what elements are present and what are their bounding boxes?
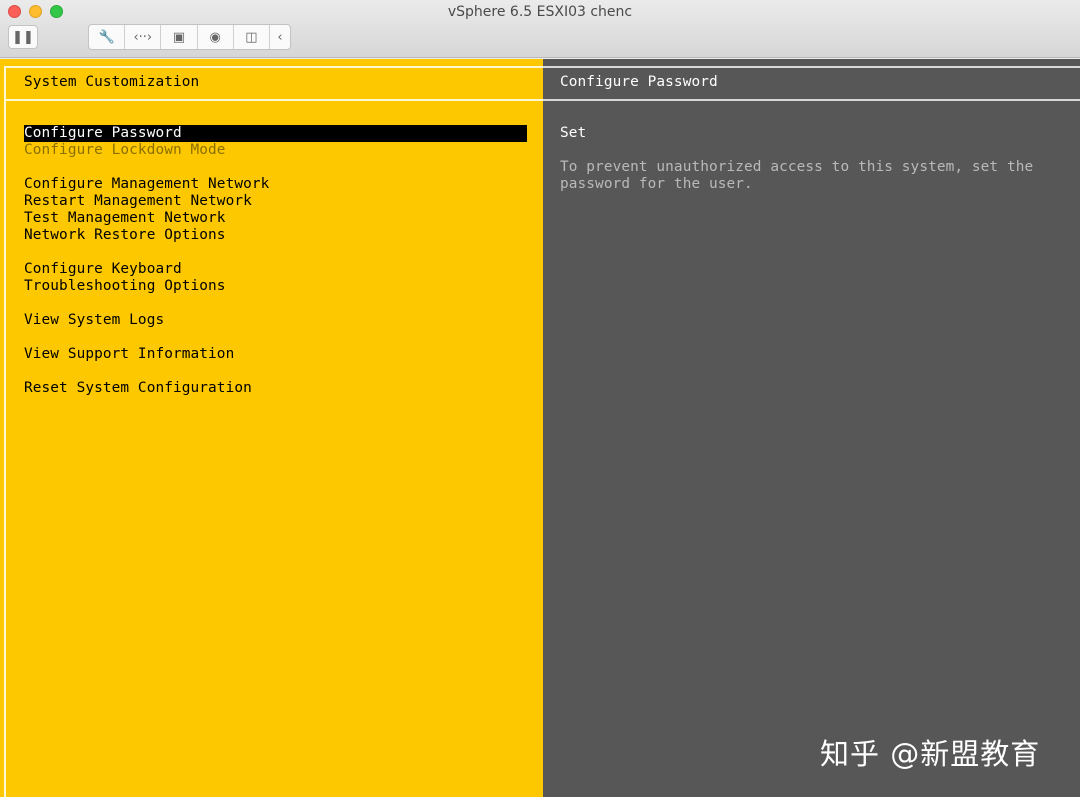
left-panel-title: System Customization: [24, 74, 199, 91]
menu-item-restart-management-network[interactable]: Restart Management Network: [24, 193, 252, 210]
pause-button[interactable]: ❚❚: [8, 25, 38, 49]
menu-item-view-support-information[interactable]: View Support Information: [24, 346, 234, 363]
dcui-console[interactable]: System Customization Configure Password …: [0, 59, 1080, 797]
drive-button[interactable]: ▣: [161, 25, 197, 49]
menu-item-view-system-logs[interactable]: View System Logs: [24, 312, 164, 329]
left-panel: [0, 59, 543, 797]
arrows-icon: ‹··›: [133, 30, 152, 45]
wrench-icon: 🔧: [99, 30, 115, 45]
menu-item-network-restore-options[interactable]: Network Restore Options: [24, 227, 226, 244]
watermark: 知乎 @新盟教育: [820, 731, 1040, 773]
snapshot-button[interactable]: ◉: [198, 25, 234, 49]
menu-item-test-management-network[interactable]: Test Management Network: [24, 210, 226, 227]
window-titlebar: vSphere 6.5 ESXI03 chenc ❚❚ 🔧 ‹··› ▣ ◉ ◫…: [0, 0, 1080, 58]
menu-item-configure-management-network[interactable]: Configure Management Network: [24, 176, 269, 193]
description-line-1: To prevent unauthorized access to this s…: [560, 159, 1033, 176]
network-button[interactable]: ‹··›: [125, 25, 161, 49]
drive-icon: ▣: [173, 30, 185, 45]
menu-item-configure-lockdown-mode[interactable]: Configure Lockdown Mode: [24, 142, 226, 159]
password-status: Set: [560, 125, 586, 142]
menu-item-reset-system-configuration[interactable]: Reset System Configuration: [24, 380, 252, 397]
disk-button[interactable]: ◫: [234, 25, 270, 49]
menu-item-troubleshooting-options[interactable]: Troubleshooting Options: [24, 278, 226, 295]
pause-icon: ❚❚: [12, 30, 34, 45]
collapse-toolbar-button[interactable]: ‹: [270, 25, 290, 49]
camera-icon: ◉: [210, 30, 221, 45]
disk-icon: ◫: [245, 30, 257, 45]
menu-item-configure-keyboard[interactable]: Configure Keyboard: [24, 261, 182, 278]
menu-item-configure-password[interactable]: Configure Password: [24, 125, 527, 142]
right-panel-title: Configure Password: [560, 74, 718, 91]
window-title: vSphere 6.5 ESXI03 chenc: [0, 4, 1080, 20]
settings-button[interactable]: 🔧: [89, 25, 125, 49]
chevron-left-icon: ‹: [277, 30, 282, 45]
description-line-2: password for the user.: [560, 176, 753, 193]
toolbar-group: 🔧 ‹··› ▣ ◉ ◫ ‹: [88, 24, 291, 50]
